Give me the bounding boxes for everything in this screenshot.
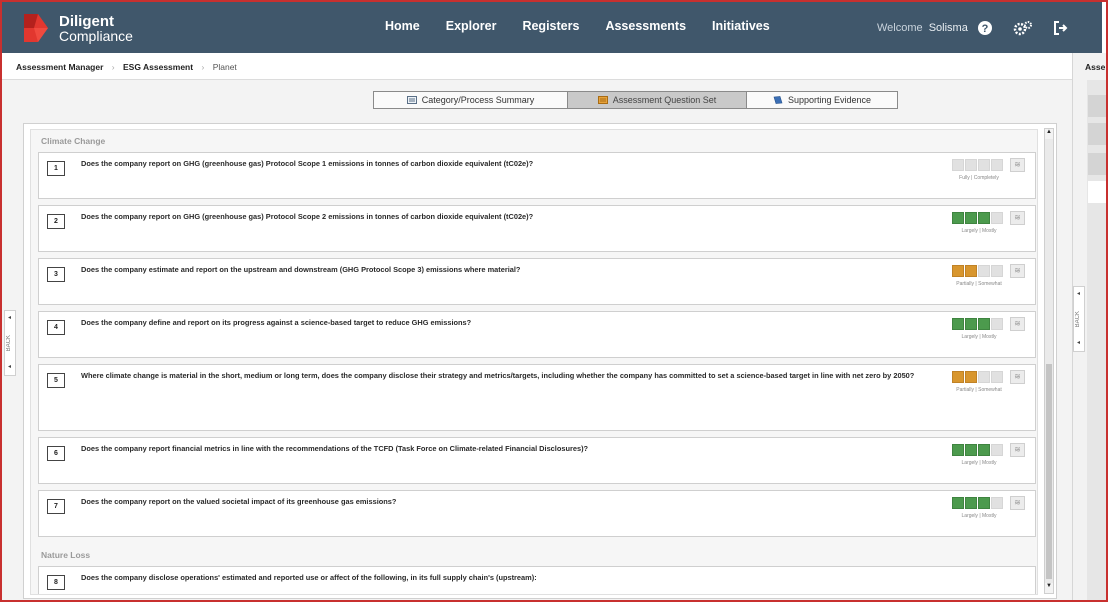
question-row[interactable]: 8 Does the company disclose operations' … bbox=[38, 566, 1036, 594]
question-text: Does the company report on the valued so… bbox=[81, 497, 397, 506]
question-row[interactable]: 4 Does the company define and report on … bbox=[38, 311, 1036, 358]
stack-icon[interactable]: ≋ bbox=[1010, 317, 1025, 331]
top-navigation-bar: Diligent Compliance Home Explorer Regist… bbox=[2, 2, 1102, 53]
rating-label: Largely | Mostly bbox=[961, 513, 997, 519]
nav-explorer[interactable]: Explorer bbox=[446, 19, 497, 33]
rating-label: Fully | Completely bbox=[959, 175, 999, 181]
view-tabs: Category/Process Summary Assessment Ques… bbox=[373, 91, 898, 109]
rating-meter[interactable] bbox=[952, 212, 1003, 224]
question-set-icon bbox=[597, 96, 608, 104]
question-row[interactable]: 3 Does the company estimate and report o… bbox=[38, 258, 1036, 305]
rating-meter[interactable] bbox=[952, 265, 1003, 277]
right-side-panel: Asse ◂ BACK ◂ bbox=[1072, 53, 1107, 600]
question-row[interactable]: 5 Where climate change is material in th… bbox=[38, 364, 1036, 431]
list-scrollbar[interactable]: ▲ ▼ bbox=[1044, 128, 1054, 594]
stack-icon[interactable]: ≋ bbox=[1010, 264, 1025, 278]
svg-text:?: ? bbox=[982, 23, 989, 35]
nav-initiatives[interactable]: Initiatives bbox=[712, 19, 770, 33]
rating-label: Partially | Somewhat bbox=[956, 387, 1002, 393]
welcome-label: Welcome bbox=[877, 22, 923, 34]
rating-label: Partially | Somewhat bbox=[956, 281, 1002, 287]
nav-registers[interactable]: Registers bbox=[522, 19, 579, 33]
rating-meter[interactable] bbox=[952, 318, 1003, 330]
tab-assessment-question-set[interactable]: Assessment Question Set bbox=[567, 91, 747, 109]
right-panel-block bbox=[1088, 123, 1107, 145]
nav-home[interactable]: Home bbox=[385, 19, 420, 33]
question-text: Does the company report on GHG (greenhou… bbox=[81, 159, 534, 168]
breadcrumb: Assessment Manager › ESG Assessment › Pl… bbox=[2, 53, 1072, 80]
brand[interactable]: Diligent Compliance bbox=[59, 14, 133, 44]
left-back-button[interactable]: ◂ BACK ◂ bbox=[4, 310, 16, 376]
right-panel-block bbox=[1088, 95, 1107, 117]
right-back-button[interactable]: ◂ BACK ◂ bbox=[1073, 286, 1085, 352]
question-number: 3 bbox=[47, 267, 65, 282]
main-nav: Home Explorer Registers Assessments Init… bbox=[385, 19, 796, 33]
user-name: Solisma bbox=[928, 22, 968, 34]
rating-meter[interactable] bbox=[952, 497, 1003, 509]
question-text: Does the company define and report on it… bbox=[81, 318, 472, 327]
welcome-text: Welcome Solisma bbox=[877, 22, 968, 34]
breadcrumb-separator: › bbox=[111, 62, 115, 72]
rating-label: Largely | Mostly bbox=[961, 460, 997, 466]
question-text: Does the company report financial metric… bbox=[81, 444, 589, 453]
logout-icon[interactable] bbox=[1053, 20, 1069, 36]
stack-icon[interactable]: ≋ bbox=[1010, 496, 1025, 510]
question-list-panel: Climate Change 1 Does the company report… bbox=[23, 123, 1057, 599]
stack-icon[interactable]: ≋ bbox=[1010, 211, 1025, 225]
right-panel-block bbox=[1088, 181, 1107, 203]
tab-label: Assessment Question Set bbox=[612, 95, 717, 105]
scroll-thumb[interactable] bbox=[1046, 364, 1052, 579]
question-list[interactable]: Climate Change 1 Does the company report… bbox=[30, 129, 1038, 595]
tab-label: Supporting Evidence bbox=[787, 95, 872, 105]
breadcrumb-esg-assessment[interactable]: ESG Assessment bbox=[123, 62, 193, 72]
question-number: 8 bbox=[47, 575, 65, 590]
main-content: ◂ BACK ◂ Category/Process Summary Assess… bbox=[2, 80, 1072, 600]
brand-subname: Compliance bbox=[59, 28, 133, 44]
question-number: 4 bbox=[47, 320, 65, 335]
question-number: 7 bbox=[47, 499, 65, 514]
stack-icon[interactable]: ≋ bbox=[1010, 158, 1025, 172]
section-title-nature-loss: Nature Loss bbox=[41, 550, 91, 560]
rating-label: Largely | Mostly bbox=[961, 334, 997, 340]
question-text: Does the company disclose operations' es… bbox=[81, 573, 537, 582]
brand-name: Diligent bbox=[59, 13, 114, 30]
tab-label: Category/Process Summary bbox=[421, 95, 535, 105]
stack-icon[interactable]: ≋ bbox=[1010, 370, 1025, 384]
question-text: Does the company report on GHG (greenhou… bbox=[81, 212, 534, 221]
right-panel-block bbox=[1088, 153, 1107, 175]
question-text: Where climate change is material in the … bbox=[81, 371, 915, 380]
question-number: 1 bbox=[47, 161, 65, 176]
question-row[interactable]: 2 Does the company report on GHG (greenh… bbox=[38, 205, 1036, 252]
rating-meter[interactable] bbox=[952, 159, 1003, 171]
summary-icon bbox=[406, 96, 417, 104]
rating-label: Largely | Mostly bbox=[961, 228, 997, 234]
breadcrumb-current: Planet bbox=[212, 62, 237, 72]
scroll-down-icon[interactable]: ▼ bbox=[1045, 583, 1053, 593]
breadcrumb-separator: › bbox=[201, 62, 205, 72]
question-row[interactable]: 7 Does the company report on the valued … bbox=[38, 490, 1036, 537]
rating-meter[interactable] bbox=[952, 371, 1003, 383]
question-number: 2 bbox=[47, 214, 65, 229]
question-number: 5 bbox=[47, 373, 65, 388]
tab-supporting-evidence[interactable]: Supporting Evidence bbox=[746, 91, 898, 109]
question-row[interactable]: 6 Does the company report financial metr… bbox=[38, 437, 1036, 484]
help-icon[interactable]: ? bbox=[977, 20, 993, 36]
settings-icon[interactable] bbox=[1013, 20, 1033, 36]
diligent-logo-icon bbox=[24, 14, 48, 42]
question-number: 6 bbox=[47, 446, 65, 461]
nav-assessments[interactable]: Assessments bbox=[605, 19, 686, 33]
section-title-climate-change: Climate Change bbox=[41, 136, 106, 146]
rating-meter[interactable] bbox=[952, 444, 1003, 456]
stack-icon[interactable]: ≋ bbox=[1010, 443, 1025, 457]
breadcrumb-assessment-manager[interactable]: Assessment Manager bbox=[16, 62, 103, 72]
question-text: Does the company estimate and report on … bbox=[81, 265, 521, 274]
tab-category-process-summary[interactable]: Category/Process Summary bbox=[373, 91, 568, 109]
evidence-icon bbox=[773, 96, 783, 104]
right-panel-heading: Asse bbox=[1085, 62, 1106, 72]
question-row[interactable]: 1 Does the company report on GHG (greenh… bbox=[38, 152, 1036, 199]
scroll-up-icon[interactable]: ▲ bbox=[1045, 129, 1053, 139]
